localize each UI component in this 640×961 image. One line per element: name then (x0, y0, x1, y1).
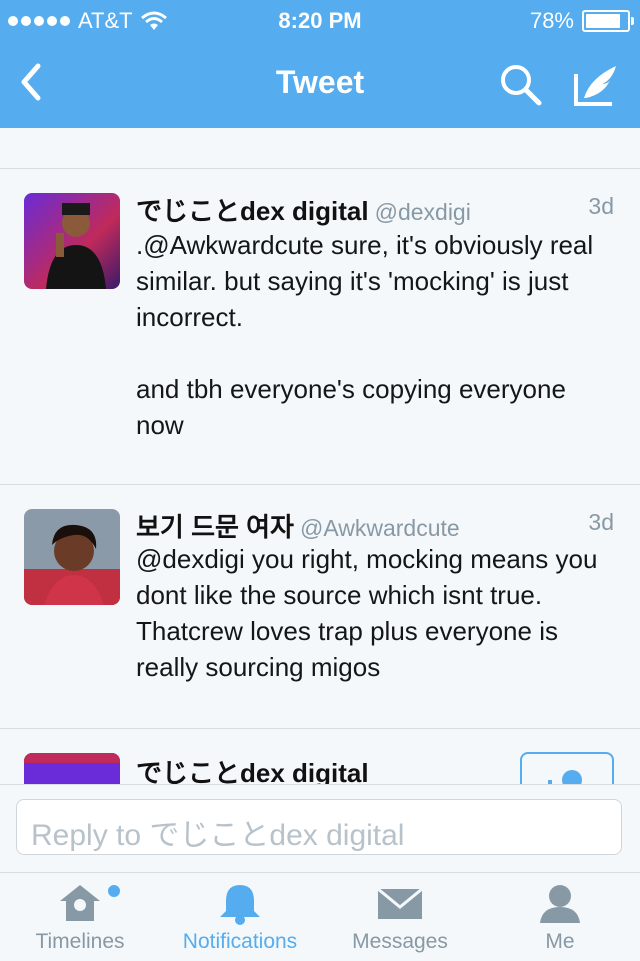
battery-percent: 78% (529, 8, 574, 33)
reply-input[interactable]: Reply to でじことdex digital (16, 799, 622, 855)
avatar[interactable] (24, 509, 120, 605)
battery-icon (582, 10, 634, 32)
tab-me[interactable]: Me (480, 873, 640, 961)
tweet-text: @dexdigi you right, mocking means you do… (136, 544, 598, 682)
status-bar: AT&T 8:20 PM 78% (0, 0, 640, 40)
person-icon (540, 885, 580, 923)
battery-status: 78% (529, 8, 634, 34)
tab-timelines[interactable]: Timelines (0, 873, 160, 961)
tab-label: Messages (352, 930, 448, 953)
bell-icon (220, 885, 260, 925)
author-name[interactable]: 보기 드문 여자 (136, 512, 294, 542)
tweet-item[interactable]: でじことdex digital @dexdigi 3d .@Awkwardcute… (0, 169, 640, 485)
home-icon (60, 885, 100, 921)
unread-dot (108, 885, 120, 897)
tab-label: Timelines (35, 930, 125, 953)
envelope-icon (377, 887, 423, 919)
top-bar: AT&T 8:20 PM 78% Tweet (0, 0, 640, 128)
author-handle[interactable]: @Awkwardcute (300, 515, 460, 541)
tab-label: Me (545, 930, 575, 953)
avatar[interactable] (24, 193, 120, 289)
tweet-author[interactable]: でじことdex digital @dexdigi (136, 191, 471, 228)
tweet-author[interactable]: 보기 드문 여자 @Awkwardcute (136, 507, 460, 544)
tweet-age: 3d (588, 193, 614, 219)
author-handle[interactable]: @dexdigi (375, 199, 471, 225)
author-name[interactable]: でじことdex digital (136, 196, 369, 226)
avatar[interactable] (24, 753, 120, 785)
timeline-spacer (0, 128, 640, 169)
compose-icon[interactable] (572, 60, 622, 110)
page-title: Tweet (275, 64, 365, 100)
search-icon[interactable] (498, 62, 544, 108)
tweet-age: 3d (588, 509, 614, 535)
tab-notifications[interactable]: Notifications (160, 873, 320, 961)
nav-bar: Tweet (0, 40, 640, 128)
tab-messages[interactable]: Messages (320, 873, 480, 961)
tab-label: Notifications (182, 930, 298, 953)
reply-bar: Reply to でじことdex digital (0, 784, 640, 873)
tweet-author[interactable]: でじことdex digital (136, 753, 369, 785)
author-name[interactable]: でじことdex digital (136, 758, 369, 785)
tab-bar: Timelines Notifications Messages Me (0, 872, 640, 961)
tweet-item[interactable]: 보기 드문 여자 @Awkwardcute 3d @dexdigi you rig… (0, 485, 640, 729)
tweet-text: .@Awkwardcute sure, it's obviously real … (136, 230, 594, 440)
